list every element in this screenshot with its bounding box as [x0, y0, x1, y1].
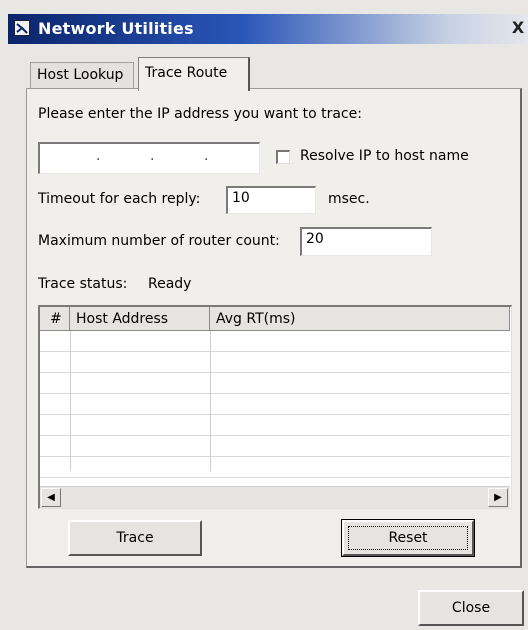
resolve-ip-label: Resolve IP to host name — [300, 148, 469, 164]
ip-separator: . — [150, 148, 155, 164]
table-row[interactable] — [40, 331, 510, 352]
title-bar[interactable]: Network Utilities X — [8, 14, 528, 44]
horizontal-scrollbar[interactable]: ◀ ▶ — [40, 486, 510, 508]
table-header: # Host Address Avg RT(ms) — [40, 307, 510, 331]
reset-button[interactable]: Reset — [341, 519, 475, 557]
column-header-host-address[interactable]: Host Address — [70, 307, 210, 331]
network-utilities-window: Network Utilities X Host Lookup Trace Ro… — [0, 0, 528, 630]
column-header-avg-rt[interactable]: Avg RT(ms) — [210, 307, 510, 331]
scroll-left-arrow-icon[interactable]: ◀ — [41, 488, 61, 507]
tab-trace-route[interactable]: Trace Route — [138, 57, 250, 91]
table-row[interactable] — [40, 394, 510, 415]
table-row[interactable] — [40, 352, 510, 373]
max-router-input[interactable]: 20 — [300, 227, 432, 256]
trace-status-label: Trace status: — [38, 276, 128, 292]
column-divider — [210, 331, 211, 471]
ip-separator: . — [204, 148, 209, 164]
ip-separator: . — [96, 148, 101, 164]
table-row[interactable] — [40, 373, 510, 394]
ip-address-input[interactable]: . . . — [38, 142, 260, 174]
window-title: Network Utilities — [38, 19, 194, 38]
table-row[interactable] — [40, 457, 510, 478]
scroll-right-arrow-icon[interactable]: ▶ — [488, 488, 508, 507]
tab-host-lookup[interactable]: Host Lookup — [30, 62, 134, 88]
table-row[interactable] — [40, 415, 510, 436]
trace-results-table[interactable]: # Host Address Avg RT(ms) ◀ ▶ — [38, 305, 512, 509]
close-button[interactable]: Close — [418, 590, 524, 626]
close-icon[interactable]: X — [508, 17, 528, 39]
timeout-unit-label: msec. — [328, 191, 370, 207]
focus-rectangle — [348, 526, 468, 550]
column-header-number[interactable]: # — [40, 307, 70, 331]
column-divider — [70, 331, 71, 471]
resolve-ip-checkbox[interactable] — [276, 150, 290, 164]
max-router-label: Maximum number of router count: — [38, 233, 280, 249]
trace-status-value: Ready — [148, 276, 192, 292]
trace-button[interactable]: Trace — [68, 520, 202, 556]
timeout-label: Timeout for each reply: — [38, 191, 201, 207]
table-row[interactable] — [40, 436, 510, 457]
timeout-input[interactable]: 10 — [226, 186, 316, 214]
network-utilities-icon — [14, 20, 30, 36]
ip-prompt-label: Please enter the IP address you want to … — [38, 106, 362, 122]
